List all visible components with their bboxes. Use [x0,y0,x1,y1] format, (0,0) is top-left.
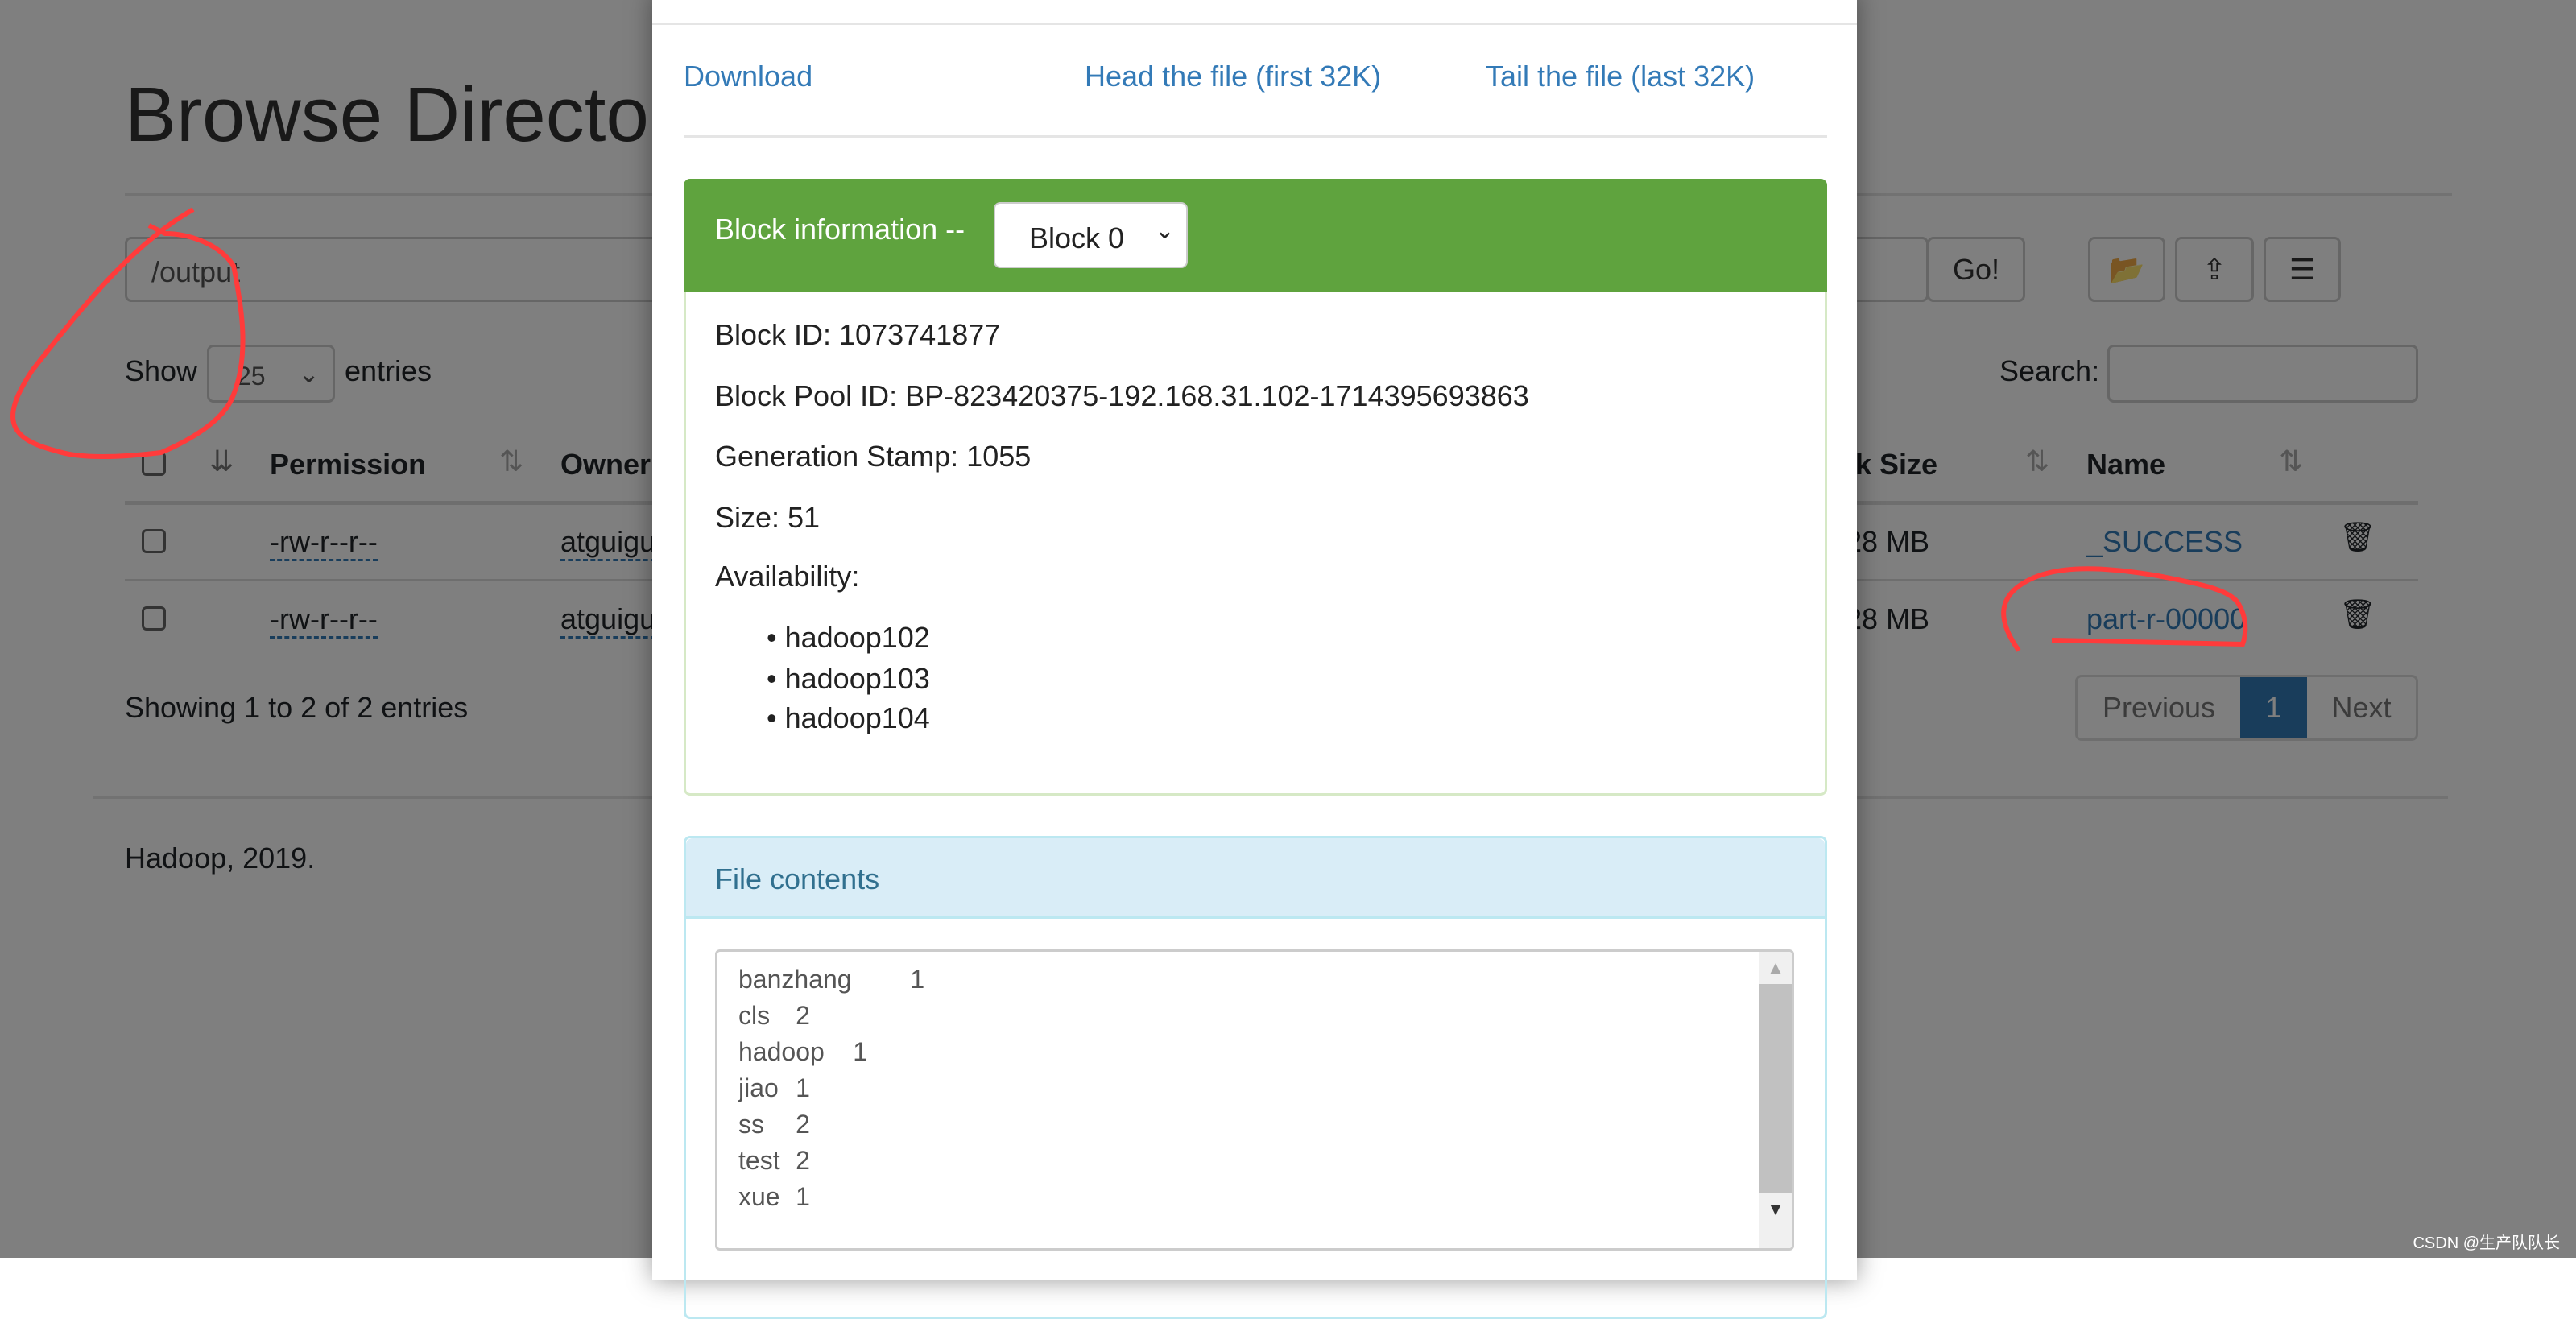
annotation-circle-part [2001,566,2248,652]
watermark: CSDN @生产队队长 [2413,1234,2560,1252]
annotation-circles [10,207,2248,652]
annotation-circle-path [10,207,246,459]
